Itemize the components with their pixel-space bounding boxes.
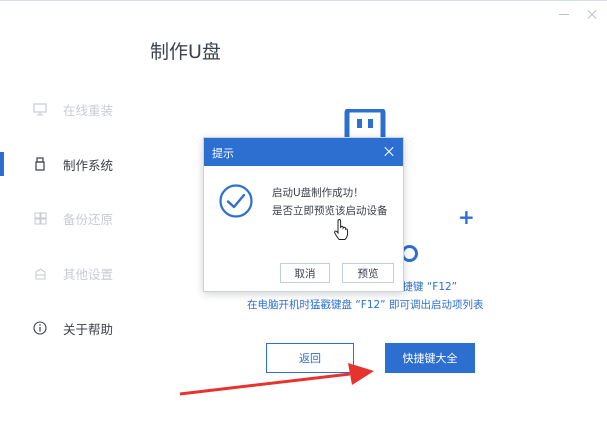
preview-button[interactable]: 预览 xyxy=(342,263,394,283)
backup-icon xyxy=(32,210,48,226)
sidebar-item-label: 关于帮助 xyxy=(63,321,114,337)
hotkey-instruction: 在电脑开机时猛戳键盘 “F12” 即可调出启动项列表 xyxy=(247,299,484,311)
close-icon[interactable] xyxy=(585,7,599,21)
window-controls xyxy=(557,7,599,21)
monitor-icon xyxy=(32,101,48,117)
cancel-button[interactable]: 取消 xyxy=(280,263,330,283)
app-window: 制作U盘 在线重装 制作系统 备份还原 其他设置 关于帮助 + 快捷键 “F12… xyxy=(0,0,607,428)
sidebar-item-label: 其他设置 xyxy=(63,266,114,282)
settings-box-icon xyxy=(32,265,48,281)
dialog-message-line1: 启动U盘制作成功！ xyxy=(272,187,364,199)
dialog-header: 提示 xyxy=(204,138,403,166)
dialog-title: 提示 xyxy=(212,147,234,160)
sidebar-item-other-settings[interactable]: 其他设置 xyxy=(0,253,170,293)
sidebar-item-online-reinstall[interactable]: 在线重装 xyxy=(0,89,170,129)
close-icon[interactable] xyxy=(383,145,395,157)
hotkeys-list-button[interactable]: 快捷键大全 xyxy=(385,343,475,373)
sidebar-item-backup-restore[interactable]: 备份还原 xyxy=(0,198,170,238)
page-title: 制作U盘 xyxy=(150,41,221,63)
prompt-dialog: 提示 启动U盘制作成功！ 是否立即预览该启动设备 取消 预览 xyxy=(203,137,404,292)
hand-cursor-icon xyxy=(334,219,349,240)
minimize-icon[interactable] xyxy=(557,7,571,21)
info-icon xyxy=(32,320,48,336)
usb-icon xyxy=(32,156,48,172)
plus-icon: + xyxy=(458,205,475,229)
sidebar-item-label: 备份还原 xyxy=(63,211,114,227)
sidebar-item-label: 在线重装 xyxy=(63,102,114,118)
sidebar-item-make-system[interactable]: 制作系统 xyxy=(0,144,170,184)
back-button[interactable]: 返回 xyxy=(266,343,354,373)
success-check-icon xyxy=(219,184,253,218)
dialog-message-line2: 是否立即预览该启动设备 xyxy=(272,205,388,217)
sidebar-item-label: 制作系统 xyxy=(63,157,114,173)
sidebar-item-about-help[interactable]: 关于帮助 xyxy=(0,308,170,348)
